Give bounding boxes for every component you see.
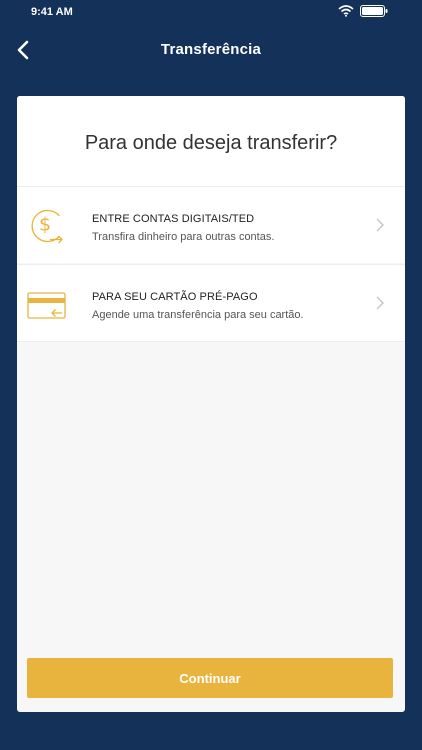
nav-bar: Transferência [0,24,422,76]
option-digital-accounts[interactable]: $ ENTRE CONTAS DIGITAIS/TED Transfira di… [17,186,405,263]
dollar-transfer-icon: $ [31,209,63,244]
option-title: PARA SEU CARTÃO PRÉ-PAGO [92,291,258,303]
option-prepaid-card[interactable]: PARA SEU CARTÃO PRÉ-PAGO Agende uma tran… [17,264,405,342]
card-transfer-icon [27,292,66,319]
option-subtitle: Agende uma transferência para seu cartão… [92,309,304,321]
status-time: 9:41 AM [31,6,73,18]
card-header: Para onde deseja transferir? [17,96,405,186]
svg-text:$: $ [39,214,51,236]
page-title: Transferência [160,41,262,58]
option-title: ENTRE CONTAS DIGITAIS/TED [92,213,255,225]
chevron-right-icon [376,218,384,232]
wifi-icon [338,5,354,17]
status-bar: 9:41 AM [0,0,422,24]
transfer-card: Para onde deseja transferir? $ ENTRE CON… [17,96,405,712]
option-subtitle: Transfira dinheiro para outras contas. [92,231,275,243]
continue-button[interactable]: Continuar [27,658,393,698]
card-question: Para onde deseja transferir? [84,132,338,154]
battery-icon [360,5,388,17]
chevron-right-icon [376,296,384,310]
